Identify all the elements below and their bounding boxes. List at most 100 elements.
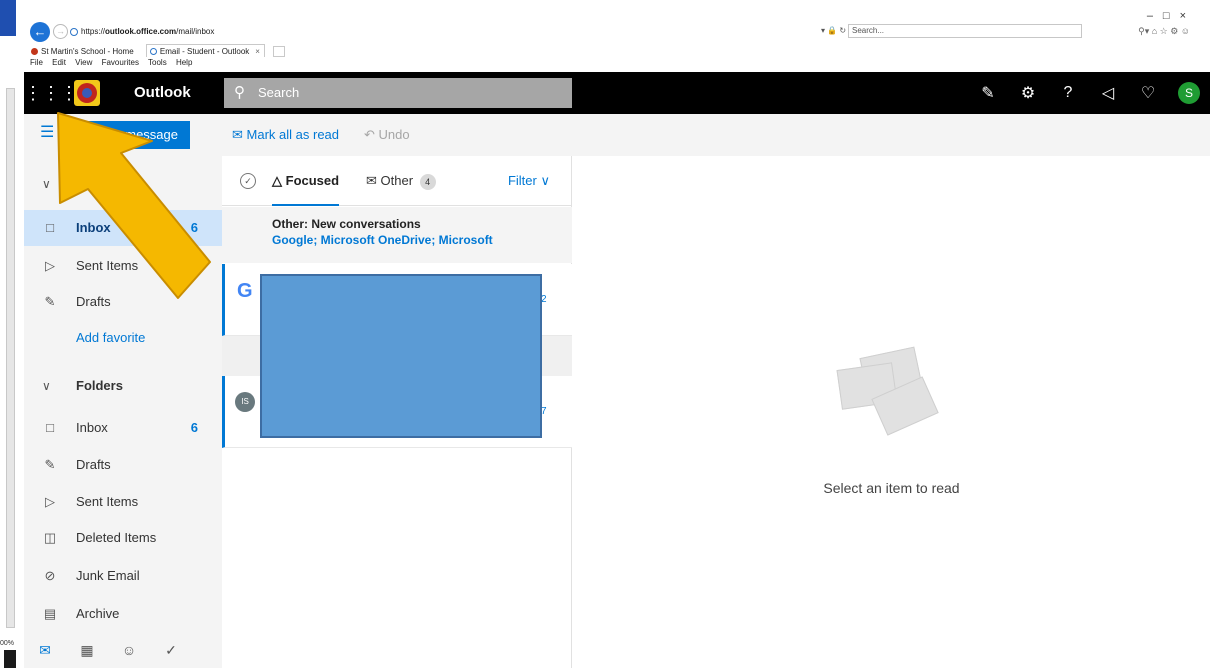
zoom-level: 00% bbox=[0, 640, 15, 647]
blocked-icon: ⊘ bbox=[44, 568, 56, 583]
browser-menubar: File Edit View Favourites Tools Help bbox=[30, 58, 199, 67]
tasks-check-icon[interactable]: ✓ bbox=[150, 642, 192, 659]
outlook-header: ⋮⋮⋮ Outlook ⚲ Search ✎ ⚙ ? ◁ ♡ S bbox=[24, 72, 1210, 114]
people-icon[interactable]: ☺ bbox=[108, 642, 150, 658]
unread-count: 6 bbox=[190, 220, 198, 235]
ie-favicon-icon bbox=[149, 48, 157, 56]
mark-all-read-button[interactable]: ✉ Mark all as read bbox=[232, 114, 339, 156]
send-icon: ▷ bbox=[45, 258, 55, 273]
active-tab-indicator bbox=[272, 204, 340, 206]
banner-senders: Google; Microsoft OneDrive; Microsoft bbox=[272, 233, 493, 247]
add-favorite-link[interactable]: Add favorite bbox=[24, 320, 222, 356]
trash-icon: ◫ bbox=[43, 530, 57, 545]
tab-outlook[interactable]: Email - Student - Outlook × bbox=[145, 44, 265, 57]
page-scrollbar[interactable] bbox=[6, 88, 15, 628]
new-message-button[interactable]: New message bbox=[80, 121, 190, 149]
search-icon: ⚲ bbox=[234, 84, 245, 101]
archive-icon: ▤ bbox=[43, 606, 57, 621]
header-actions: ✎ ⚙ ? ◁ ♡ S bbox=[968, 72, 1200, 114]
school-favicon-icon bbox=[31, 48, 38, 56]
favorites-header[interactable]: ∨ Favorites bbox=[24, 166, 222, 202]
redaction-box bbox=[260, 274, 542, 438]
menu-favourites[interactable]: Favourites bbox=[102, 58, 139, 67]
account-avatar[interactable]: S bbox=[1178, 82, 1200, 104]
envelope-icon: ✉ bbox=[366, 173, 377, 188]
chevron-down-icon: ∨ bbox=[42, 379, 51, 393]
desktop-strip: 00% bbox=[0, 0, 18, 668]
reading-pane: Select an item to read bbox=[573, 156, 1210, 668]
folder-pane-header: ☰ New message bbox=[24, 114, 222, 154]
menu-tools[interactable]: Tools bbox=[148, 58, 167, 67]
address-bar[interactable]: https://outlook.office.com/mail/inbox bbox=[70, 25, 850, 39]
inbox-icon: □ bbox=[46, 420, 54, 435]
screen: 00% ← → https://outlook.office.com/mail/… bbox=[0, 0, 1210, 668]
search-placeholder: Search bbox=[258, 85, 300, 100]
focused-icon: △ bbox=[272, 173, 282, 188]
unread-count: 6 bbox=[190, 420, 198, 435]
feedback-megaphone-icon[interactable]: ◁ bbox=[1088, 83, 1128, 103]
message-list-header: ✓ △ Focused ✉ Other 4 Filter ∨ bbox=[222, 156, 572, 206]
menu-help[interactable]: Help bbox=[176, 58, 192, 67]
module-switcher: ✉ ▦ ☺ ✓ bbox=[24, 632, 222, 668]
folder-sent-items[interactable]: ▷ Sent Items bbox=[24, 484, 222, 520]
browser-search-input[interactable]: Search... bbox=[848, 24, 1082, 38]
envelope-open-icon: ✉ bbox=[232, 127, 243, 142]
mail-icon[interactable]: ✉ bbox=[24, 642, 66, 659]
filter-button[interactable]: Filter ∨ bbox=[508, 156, 550, 206]
empty-state-text: Select an item to read bbox=[823, 480, 960, 496]
favorite-sent-items[interactable]: ▷ Sent Items bbox=[24, 248, 222, 284]
menu-file[interactable]: File bbox=[30, 58, 43, 67]
folder-drafts[interactable]: ✎ Drafts bbox=[24, 447, 222, 483]
calendar-icon[interactable]: ▦ bbox=[66, 642, 108, 659]
command-bar: ✉ Mark all as read ↶ Undo bbox=[222, 114, 1210, 156]
close-tab-icon[interactable]: × bbox=[255, 47, 260, 56]
new-tab-button[interactable] bbox=[273, 46, 286, 58]
inbox-icon: □ bbox=[46, 220, 54, 235]
url-prefix: https:// bbox=[81, 27, 106, 36]
pencil-icon: ✎ bbox=[44, 457, 56, 472]
folder-archive[interactable]: ▤ Archive bbox=[24, 596, 222, 632]
mail-search-input[interactable]: ⚲ Search bbox=[224, 78, 572, 108]
compose-note-icon[interactable]: ✎ bbox=[968, 83, 1008, 103]
url-path: /mail/inbox bbox=[176, 27, 215, 36]
tab-other[interactable]: ✉ Other 4 bbox=[366, 156, 436, 206]
forward-button[interactable]: → bbox=[53, 24, 68, 39]
tab-focused[interactable]: △ Focused bbox=[272, 156, 340, 206]
chevron-down-icon: ∨ bbox=[42, 177, 51, 191]
other-conversations-banner[interactable]: Other: New conversations Google; Microso… bbox=[222, 207, 572, 263]
folder-pane: ☰ New message ∨ Favorites □ Inbox 6 ▷ Se… bbox=[24, 114, 222, 668]
pencil-icon: ✎ bbox=[44, 294, 56, 309]
app-title[interactable]: Outlook bbox=[134, 72, 191, 114]
address-tools[interactable]: ▾ 🔒 ↻ bbox=[821, 26, 846, 35]
favorite-drafts[interactable]: ✎ Drafts bbox=[24, 284, 222, 320]
school-logo-icon[interactable] bbox=[74, 80, 100, 106]
browser-toolbar-icons[interactable]: ⚲▾ ⌂ ☆ ⚙ ☺ bbox=[1138, 26, 1190, 37]
menu-view[interactable]: View bbox=[75, 58, 92, 67]
browser-tabs: St Martin's School - Home Email - Studen… bbox=[28, 44, 286, 58]
url-host: outlook.office.com bbox=[105, 27, 177, 36]
select-all-check-icon[interactable]: ✓ bbox=[240, 173, 256, 189]
tab-school-home[interactable]: St Martin's School - Home bbox=[28, 45, 138, 58]
undo-button[interactable]: ↶ Undo bbox=[364, 114, 410, 156]
banner-title: Other: New conversations bbox=[272, 217, 421, 231]
chevron-down-icon: ∨ bbox=[540, 173, 550, 188]
help-icon[interactable]: ? bbox=[1048, 84, 1088, 102]
page-icon bbox=[70, 27, 78, 36]
send-icon: ▷ bbox=[45, 494, 55, 509]
bell-icon[interactable]: ♡ bbox=[1128, 83, 1168, 103]
folder-inbox[interactable]: □ Inbox 6 bbox=[24, 410, 222, 446]
hamburger-menu-icon[interactable]: ☰ bbox=[40, 122, 54, 142]
menu-edit[interactable]: Edit bbox=[52, 58, 66, 67]
browser-chrome: ← → https://outlook.office.com/mail/inbo… bbox=[18, 0, 1210, 72]
other-count-badge: 4 bbox=[419, 173, 436, 190]
sender-avatar: IS bbox=[235, 392, 255, 412]
folders-header[interactable]: ∨ Folders bbox=[24, 368, 222, 404]
taskbar-edge bbox=[4, 650, 16, 668]
back-button[interactable]: ← bbox=[30, 22, 50, 42]
app-launcher-icon[interactable]: ⋮⋮⋮ bbox=[24, 72, 78, 114]
folder-deleted-items[interactable]: ◫ Deleted Items bbox=[24, 520, 222, 556]
gear-icon[interactable]: ⚙ bbox=[1008, 83, 1048, 103]
favorite-inbox[interactable]: □ Inbox 6 bbox=[24, 210, 222, 246]
window-controls[interactable]: –□× bbox=[1147, 10, 1196, 22]
folder-junk-email[interactable]: ⊘ Junk Email bbox=[24, 558, 222, 594]
